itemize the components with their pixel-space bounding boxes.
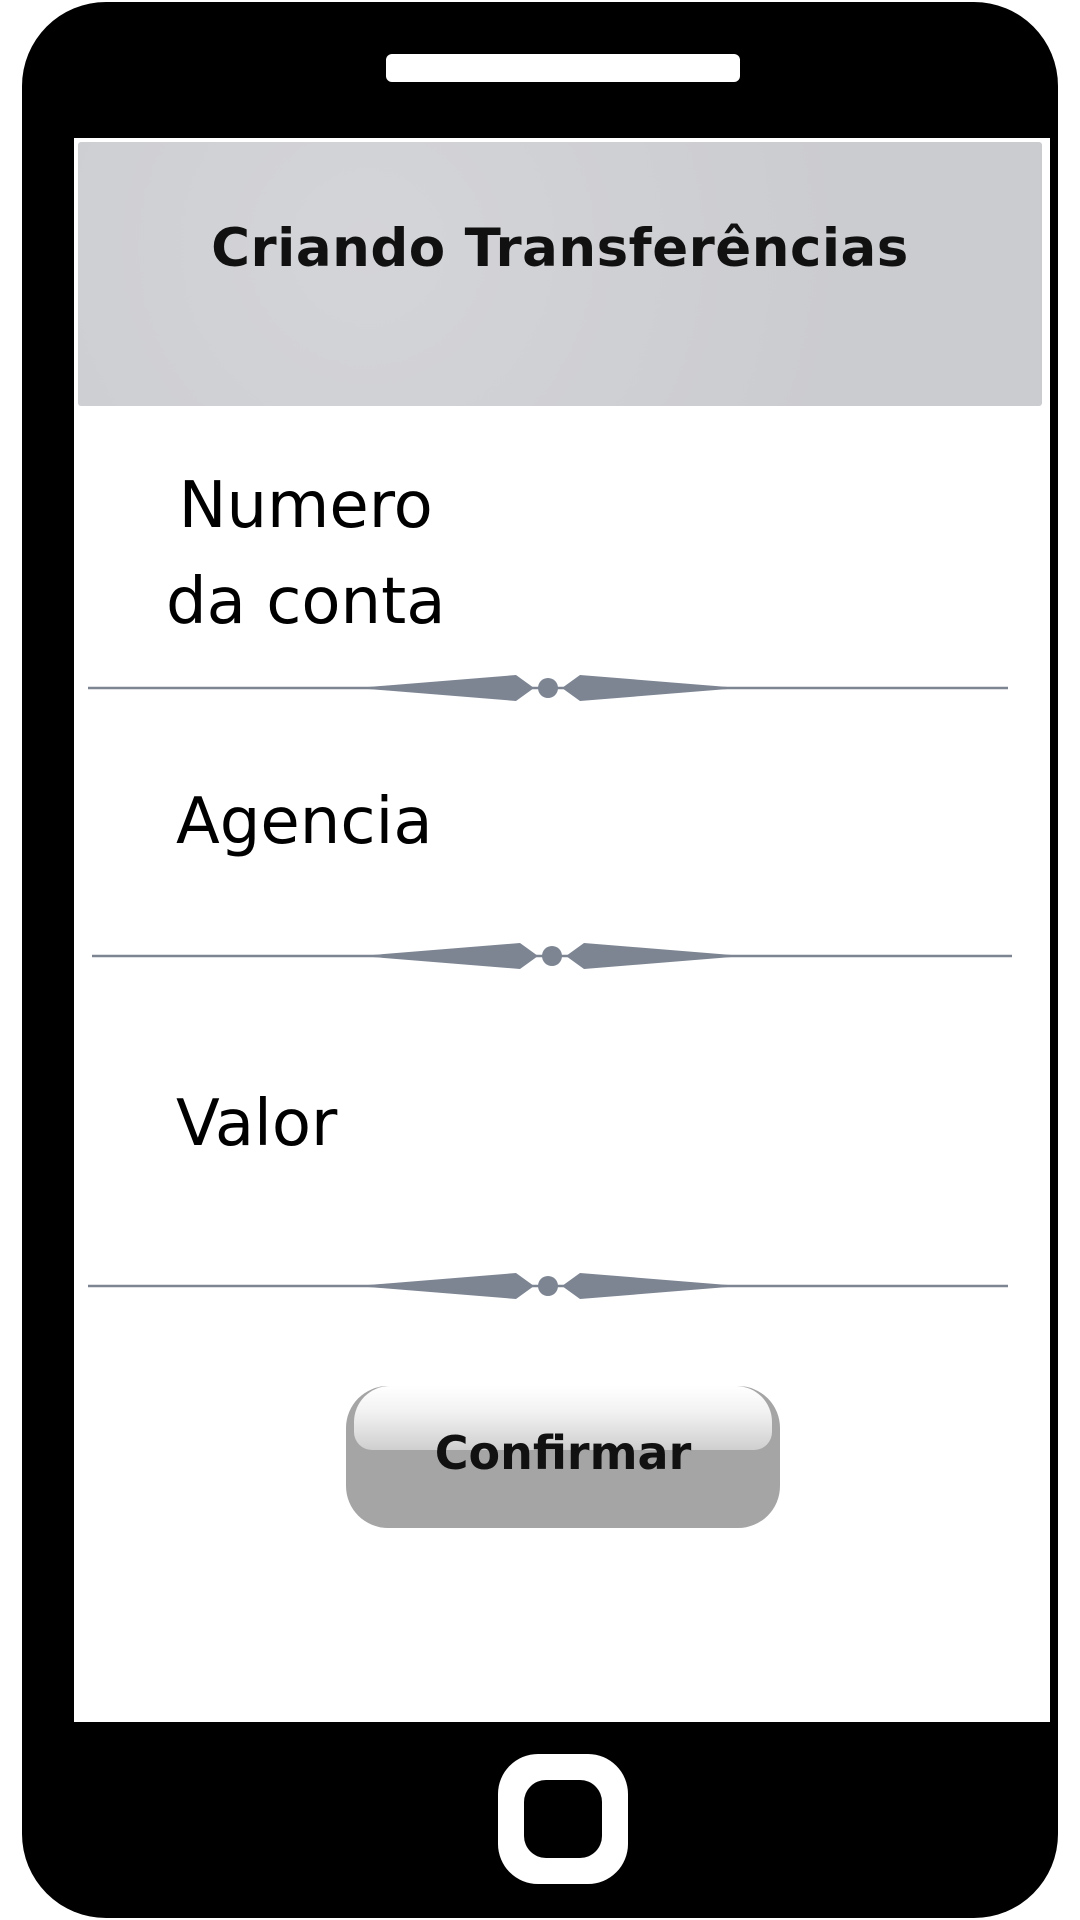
divider-ornament-right-icon xyxy=(566,943,744,969)
divider-ornament-right-icon xyxy=(562,1273,740,1299)
amount-divider[interactable] xyxy=(88,1266,1008,1306)
phone-frame: Criando Transferências Numero da conta A… xyxy=(22,2,1058,1918)
speaker-grille xyxy=(386,54,740,82)
home-button-icon[interactable] xyxy=(498,1754,628,1884)
divider-ornament-left-icon xyxy=(360,943,538,969)
account-number-divider[interactable] xyxy=(88,668,1008,708)
agency-label: Agencia xyxy=(176,785,433,859)
confirm-button-label: Confirmar xyxy=(434,1426,692,1480)
divider-ornament-left-icon xyxy=(356,675,534,701)
amount-label: Valor xyxy=(176,1087,338,1161)
divider-ornament-left-icon xyxy=(356,1273,534,1299)
home-button-inner xyxy=(524,1780,602,1858)
divider-ornament-dot-icon xyxy=(542,946,562,966)
app-header: Criando Transferências xyxy=(78,142,1042,406)
divider-ornament-dot-icon xyxy=(538,678,558,698)
app-screen: Criando Transferências Numero da conta A… xyxy=(74,138,1050,1722)
agency-divider[interactable] xyxy=(92,936,1012,976)
divider-ornament-dot-icon xyxy=(538,1276,558,1296)
confirm-button[interactable]: Confirmar xyxy=(346,1386,780,1528)
page-title: Criando Transferências xyxy=(211,218,909,279)
divider-ornament-right-icon xyxy=(562,675,740,701)
account-number-label: Numero da conta xyxy=(166,469,446,639)
